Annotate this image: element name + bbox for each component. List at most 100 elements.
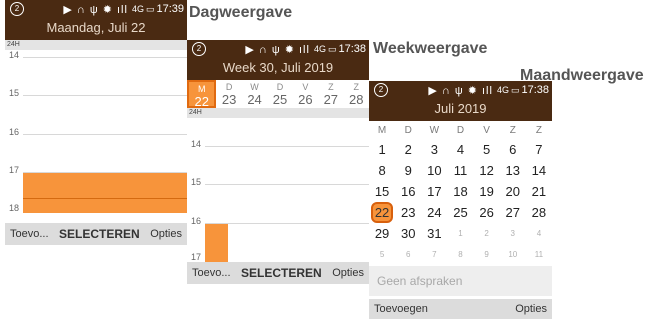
day-cell[interactable]: 31: [421, 223, 447, 244]
day-cell-other-month[interactable]: 7: [421, 244, 447, 265]
day-cell-other-month[interactable]: 6: [395, 244, 421, 265]
day-cell-other-month[interactable]: 2: [474, 223, 500, 244]
week-row: 5 6 7 8 9 10 11: [369, 244, 552, 265]
day-cell[interactable]: 15: [369, 181, 395, 202]
day-cell-other-month[interactable]: 8: [447, 244, 473, 265]
week-row: 1 2 3 4 5 6 7: [369, 139, 552, 160]
sim-indicator: 2: [374, 83, 388, 97]
weekday-number: 23: [221, 92, 237, 107]
day-cell[interactable]: 29: [369, 223, 395, 244]
day-cell-other-month[interactable]: 1: [447, 223, 473, 244]
event-divider: [23, 198, 187, 199]
weekday-number: 27: [323, 92, 339, 107]
status-bar: 2 ▶ ∩ ψ ✹ ıll 4G ▭ 17:38: [187, 40, 369, 58]
day-cell-other-month[interactable]: 3: [500, 223, 526, 244]
weekday-number: 25: [272, 92, 288, 107]
day-cell[interactable]: 28: [526, 202, 552, 223]
day-cell[interactable]: 5: [474, 139, 500, 160]
day-cell[interactable]: 7: [526, 139, 552, 160]
day-cell[interactable]: 24: [421, 202, 447, 223]
day-cell[interactable]: 8: [369, 160, 395, 181]
status-bar: 2 ▶ ∩ ψ ✹ ıll 4G ▭ 17:38: [369, 81, 552, 99]
day-cell[interactable]: 21: [526, 181, 552, 202]
weekday-header-row: M D W D V Z Z: [369, 123, 552, 139]
day-cell[interactable]: 1: [369, 139, 395, 160]
softkey-left[interactable]: Toevo...: [192, 267, 231, 279]
status-time: 17:38: [338, 43, 366, 55]
day-cell-other-month[interactable]: 4: [526, 223, 552, 244]
week-day-cell[interactable]: D 23: [216, 80, 241, 108]
day-cell[interactable]: 13: [500, 160, 526, 181]
week-row: 22 23 24 25 26 27 28: [369, 202, 552, 223]
day-cell[interactable]: 27: [500, 202, 526, 223]
hour-label: 16: [191, 216, 202, 226]
weekday-number: 22: [194, 94, 209, 109]
week-row: 8 9 10 11 12 13 14: [369, 160, 552, 181]
day-cell[interactable]: 17: [421, 181, 447, 202]
hour-line: [23, 95, 187, 96]
softkey-left[interactable]: Toevoegen: [374, 303, 428, 315]
day-view-heading: Dagweergave: [189, 4, 293, 21]
day-cell[interactable]: 26: [474, 202, 500, 223]
weekday-number: 24: [247, 92, 262, 107]
calendar-event[interactable]: [23, 173, 187, 213]
softkey-center[interactable]: SELECTEREN: [241, 266, 322, 280]
week-title: Week 30, Juli 2019: [187, 58, 369, 80]
day-cell[interactable]: 18: [447, 181, 473, 202]
status-time: 17:39: [156, 3, 184, 15]
hour-grid: 14 15 16 17 18: [5, 50, 187, 223]
day-cell[interactable]: 2: [395, 139, 421, 160]
day-cell-other-month[interactable]: 10: [500, 244, 526, 265]
day-cell[interactable]: 4: [447, 139, 473, 160]
status-time: 17:38: [521, 84, 549, 96]
week-day-cell[interactable]: V 26: [293, 80, 318, 108]
day-cell[interactable]: 12: [474, 160, 500, 181]
day-cell[interactable]: 23: [395, 202, 421, 223]
day-cell[interactable]: 25: [447, 202, 473, 223]
status-icons: ▶ ∩ ψ ✹ ıll: [245, 43, 310, 56]
week-day-cell[interactable]: Z 27: [318, 80, 343, 108]
battery-icon: ▭: [327, 43, 337, 54]
hour-label: 15: [9, 88, 20, 98]
allday-label: 24H: [189, 109, 202, 116]
network-label: 4G: [496, 85, 509, 95]
softkey-right[interactable]: Opties: [150, 228, 182, 240]
week-day-cell[interactable]: W 24: [242, 80, 267, 108]
day-cell-selected[interactable]: 22: [369, 202, 395, 223]
week-day-cell[interactable]: Z 28: [344, 80, 369, 108]
sim-indicator: 2: [192, 42, 206, 56]
day-cell[interactable]: 10: [421, 160, 447, 181]
month-view-screen: 2 ▶ ∩ ψ ✹ ıll 4G ▭ 17:38 Juli 2019 M D W…: [369, 81, 552, 319]
weekday-header: W: [429, 125, 440, 136]
day-cell-other-month[interactable]: 11: [526, 244, 552, 265]
day-cell[interactable]: 3: [421, 139, 447, 160]
day-cell[interactable]: 11: [447, 160, 473, 181]
hour-line: [205, 146, 369, 147]
network-label: 4G: [131, 4, 144, 14]
month-title: Juli 2019: [369, 99, 552, 121]
day-cell-other-month[interactable]: 9: [474, 244, 500, 265]
calendar-event[interactable]: [205, 224, 228, 262]
month-grid: M D W D V Z Z 1 2 3 4 5 6 7 8 9 10 11 12…: [369, 123, 552, 265]
day-cell[interactable]: 9: [395, 160, 421, 181]
week-day-cell[interactable]: M 22: [187, 80, 217, 109]
week-day-cell[interactable]: D 25: [267, 80, 292, 108]
day-cell[interactable]: 16: [395, 181, 421, 202]
softkey-right[interactable]: Opties: [332, 267, 364, 279]
weekday-header: V: [483, 125, 490, 136]
hour-label: 16: [9, 127, 20, 137]
softkey-center[interactable]: SELECTEREN: [59, 227, 140, 241]
day-cell[interactable]: 14: [526, 160, 552, 181]
hour-line: [23, 134, 187, 135]
day-view-screen: 2 ▶ ∩ ψ ✹ ıll 4G ▭ 17:39 Maandag, Juli 2…: [5, 0, 187, 245]
day-cell[interactable]: 30: [395, 223, 421, 244]
day-cell[interactable]: 19: [474, 181, 500, 202]
allday-row: 24H: [5, 40, 187, 50]
day-cell[interactable]: 20: [500, 181, 526, 202]
no-events-message: Geen afspraken: [369, 266, 552, 296]
softkey-left[interactable]: Toevo...: [10, 228, 49, 240]
day-cell-other-month[interactable]: 5: [369, 244, 395, 265]
day-cell[interactable]: 6: [500, 139, 526, 160]
softkey-right[interactable]: Opties: [515, 303, 547, 315]
weekday-number: 28: [349, 92, 364, 107]
